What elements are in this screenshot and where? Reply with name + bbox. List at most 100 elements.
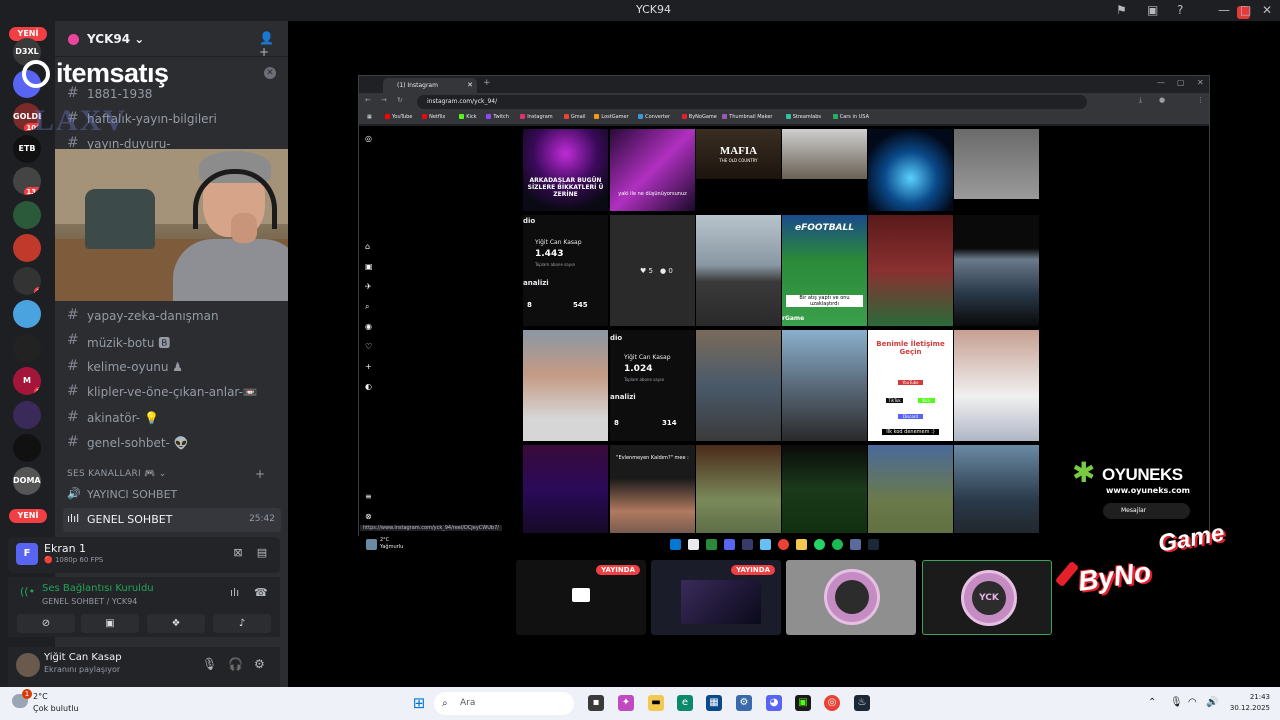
- post-thumbnail[interactable]: [868, 215, 953, 326]
- bookmark-item[interactable]: Converter: [638, 114, 670, 120]
- bookmark-item[interactable]: YouTube: [385, 114, 412, 120]
- server-icon[interactable]: [13, 201, 41, 229]
- guild-name[interactable]: YCK94 ⌄: [87, 32, 144, 46]
- reload-icon[interactable]: ↻: [397, 96, 403, 104]
- invite-icon[interactable]: 👤+: [259, 31, 274, 59]
- avatar[interactable]: [16, 653, 40, 677]
- help-icon[interactable]: ?: [1177, 3, 1183, 17]
- server-icon[interactable]: DOMAIN: [13, 467, 41, 495]
- heart-icon[interactable]: ♡: [365, 342, 372, 351]
- post-thumbnail[interactable]: [696, 445, 781, 533]
- bookmark-item[interactable]: Cars in USA: [832, 114, 869, 120]
- activities-button[interactable]: ❖: [147, 614, 205, 633]
- close-icon[interactable]: ✕: [1197, 78, 1204, 87]
- bookmark-item[interactable]: Twitch: [486, 114, 509, 120]
- studio-stats-card[interactable]: dio Yiğit Can Kasap 1.024 Toplam abone s…: [610, 330, 695, 441]
- post-thumbnail[interactable]: [868, 445, 953, 533]
- download-icon[interactable]: ⤓: [1139, 96, 1142, 105]
- headphones-icon[interactable]: 🎧: [228, 657, 243, 671]
- microphone-icon[interactable]: 🎙: [1170, 697, 1183, 708]
- post-thumbnail[interactable]: [696, 330, 781, 441]
- search-icon[interactable]: ⌕: [365, 302, 369, 312]
- participant-tile[interactable]: [786, 560, 916, 635]
- disconnect-icon[interactable]: ☎: [254, 586, 268, 599]
- bookmark-item[interactable]: ByNoGame: [681, 114, 717, 120]
- post-thumbnail[interactable]: [696, 215, 781, 326]
- voice-channel-active[interactable]: ılıl GENEL SOHBET 25:42: [63, 508, 281, 532]
- folder-icon[interactable]: ▬: [648, 695, 664, 711]
- post-thumbnail[interactable]: yaki ile ne düşünüyorsunuz: [610, 129, 695, 211]
- bookmark-item[interactable]: Streamlabs: [785, 114, 821, 120]
- camera-off-button[interactable]: ⊘: [17, 614, 75, 633]
- bookmark-item[interactable]: Kick: [459, 114, 477, 120]
- guild-header[interactable]: YCK94 ⌄ 👤+: [55, 21, 288, 59]
- chevron-up-icon[interactable]: ⌃: [1148, 697, 1156, 708]
- server-icon[interactable]: 2: [13, 267, 41, 295]
- bookmark-item[interactable]: Instagram: [520, 114, 553, 120]
- search-box[interactable]: ⌕ Ara: [434, 692, 574, 715]
- edge-icon[interactable]: e: [677, 695, 693, 711]
- participant-tile-selected[interactable]: YCK: [922, 560, 1052, 635]
- server-icon[interactable]: 134: [13, 167, 41, 195]
- discord-icon[interactable]: ◕: [766, 695, 782, 711]
- settings-icon[interactable]: ⚙: [736, 695, 752, 711]
- minimize-icon[interactable]: —: [1157, 78, 1165, 87]
- channel-item[interactable]: # kelime-oyunu ♟: [63, 355, 281, 379]
- channel-item[interactable]: # genel-sohbet- 👽: [63, 431, 281, 455]
- channel-item[interactable]: # akinatör- 💡: [63, 406, 281, 430]
- server-icon[interactable]: [13, 401, 41, 429]
- start-icon[interactable]: ⊞: [411, 695, 427, 711]
- post-thumbnail[interactable]: [954, 129, 1039, 199]
- post-thumbnail[interactable]: [782, 129, 867, 179]
- reels-icon[interactable]: ▣: [365, 262, 373, 271]
- server-icon[interactable]: ETB: [13, 135, 41, 163]
- post-thumbnail[interactable]: "Evlenmeyen Kaldım?" mee :: [610, 445, 695, 533]
- bookmark-item[interactable]: Thumbnail Maker: [722, 114, 772, 120]
- close-icon[interactable]: ✕: [1262, 3, 1272, 17]
- clock[interactable]: 21:43 30.12.2025: [1226, 693, 1270, 712]
- post-thumbnail[interactable]: [954, 330, 1039, 441]
- studio-stats-card[interactable]: dio Yiğit Can Kasap 1.443 Toplam abone s…: [523, 215, 608, 326]
- connection-title[interactable]: Ses Bağlantısı Kuruldu: [42, 583, 154, 594]
- profile-icon[interactable]: ●: [1159, 96, 1165, 104]
- noise-suppression-icon[interactable]: ılı: [230, 586, 239, 599]
- channel-item[interactable]: # klipler-ve-öne-çıkan-anlar-📼: [63, 380, 281, 404]
- microphone-icon[interactable]: 🎙: [202, 657, 217, 671]
- stream-tile[interactable]: YAYINDA: [651, 560, 781, 635]
- soundboard-button[interactable]: ♪: [213, 614, 271, 633]
- explore-icon[interactable]: ◉: [365, 322, 372, 331]
- menu-icon[interactable]: ≡: [365, 492, 372, 501]
- voice-channel[interactable]: 🔊 YAYINCI SOHBET: [63, 483, 281, 507]
- channel-item[interactable]: # müzik-botu 🅱: [63, 329, 281, 353]
- server-icon[interactable]: [13, 234, 41, 262]
- post-thumbnail[interactable]: [954, 445, 1039, 533]
- post-thumbnail[interactable]: ♥ 5 ● 0: [610, 215, 695, 326]
- create-icon[interactable]: +: [365, 362, 372, 371]
- contact-card[interactable]: Benimle İletişime Geçin YouTube TikTok K…: [868, 330, 953, 441]
- settings-icon[interactable]: ⚙: [254, 657, 265, 671]
- server-icon[interactable]: M9: [13, 367, 41, 395]
- new-tab-icon[interactable]: +: [483, 78, 491, 88]
- screen-share-box[interactable]: F Ekran 1 🔴 1080p 60 FPS ⊠ ▤: [8, 537, 280, 573]
- post-thumbnail[interactable]: eFOOTBALL Bir atış yaptı ve onu uzaklaşt…: [782, 215, 867, 326]
- post-thumbnail[interactable]: [523, 330, 608, 441]
- profile-icon[interactable]: ◐: [365, 382, 372, 391]
- bookmark-item[interactable]: Gmail: [563, 114, 585, 120]
- post-thumbnail[interactable]: ARKADAŞLAR BUGÜN SİZLERE BİKKATLERİ Ü ZE…: [523, 129, 608, 211]
- voice-category[interactable]: SES KANALLARI 🎮 ⌄ +: [67, 467, 265, 481]
- screen-share-button[interactable]: ▣: [81, 614, 139, 633]
- maximize-icon[interactable]: ▢: [1177, 78, 1185, 87]
- post-thumbnail[interactable]: [523, 445, 608, 533]
- maximize-icon[interactable]: □: [1240, 3, 1251, 17]
- server-icon[interactable]: [13, 334, 41, 362]
- screen-icon[interactable]: ▣: [1147, 3, 1158, 17]
- post-thumbnail[interactable]: [954, 215, 1039, 326]
- forward-icon[interactable]: →: [381, 96, 387, 104]
- inbox-icon[interactable]: ⚑: [1116, 3, 1127, 17]
- share-settings-icon[interactable]: ▤: [254, 546, 270, 562]
- app-icon[interactable]: ▣: [795, 695, 811, 711]
- back-icon[interactable]: ←: [365, 96, 371, 104]
- post-thumbnail[interactable]: [782, 330, 867, 441]
- copilot-icon[interactable]: ✦: [618, 695, 634, 711]
- add-channel-icon[interactable]: +: [255, 467, 265, 481]
